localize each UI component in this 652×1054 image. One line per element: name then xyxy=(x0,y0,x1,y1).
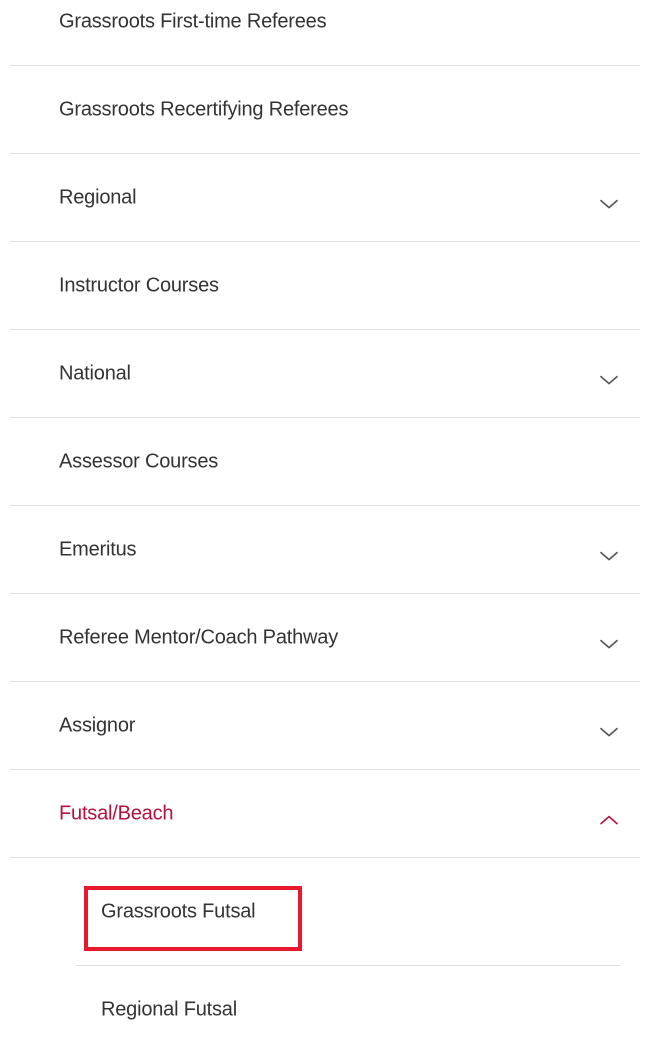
submenu-item-regional-futsal[interactable]: Regional Futsal xyxy=(76,966,620,1054)
menu-item-label: Emeritus xyxy=(59,538,137,560)
menu-item-grassroots-recertifying-referees[interactable]: Grassroots Recertifying Referees xyxy=(10,66,640,154)
submenu-item-label: Regional Futsal xyxy=(101,998,237,1021)
menu-item-label: Futsal/Beach xyxy=(59,802,174,824)
submenu-item-grassroots-futsal[interactable]: Grassroots Futsal xyxy=(76,854,620,966)
futsal-beach-submenu: Grassroots Futsal Regional Futsal xyxy=(0,854,652,1054)
course-menu: Grassroots First-time Referees Grassroot… xyxy=(0,0,652,858)
menu-item-futsal-beach[interactable]: Futsal/Beach xyxy=(10,770,640,858)
menu-item-label: National xyxy=(59,362,131,384)
menu-item-instructor-courses[interactable]: Instructor Courses xyxy=(10,242,640,330)
menu-item-national[interactable]: National xyxy=(10,330,640,418)
submenu-item-label: Grassroots Futsal xyxy=(101,900,256,923)
menu-item-regional[interactable]: Regional xyxy=(10,154,640,242)
chevron-down-icon[interactable] xyxy=(598,545,620,567)
menu-item-label: Referee Mentor/Coach Pathway xyxy=(59,626,338,648)
menu-item-label: Instructor Courses xyxy=(59,274,219,296)
menu-item-label: Assessor Courses xyxy=(59,450,219,472)
menu-item-label: Regional xyxy=(59,186,137,208)
menu-item-label: Assignor xyxy=(59,714,136,736)
menu-item-referee-mentor-coach-pathway[interactable]: Referee Mentor/Coach Pathway xyxy=(10,594,640,682)
chevron-down-icon[interactable] xyxy=(598,633,620,655)
menu-item-emeritus[interactable]: Emeritus xyxy=(10,506,640,594)
menu-item-assignor[interactable]: Assignor xyxy=(10,682,640,770)
chevron-down-icon[interactable] xyxy=(598,369,620,391)
menu-item-assessor-courses[interactable]: Assessor Courses xyxy=(10,418,640,506)
menu-item-label: Grassroots Recertifying Referees xyxy=(59,98,349,120)
menu-item-label: Grassroots First-time Referees xyxy=(59,10,327,33)
chevron-up-icon[interactable] xyxy=(598,809,620,831)
chevron-down-icon[interactable] xyxy=(598,193,620,215)
menu-item-grassroots-first-time-referees[interactable]: Grassroots First-time Referees xyxy=(10,0,640,66)
chevron-down-icon[interactable] xyxy=(598,721,620,743)
